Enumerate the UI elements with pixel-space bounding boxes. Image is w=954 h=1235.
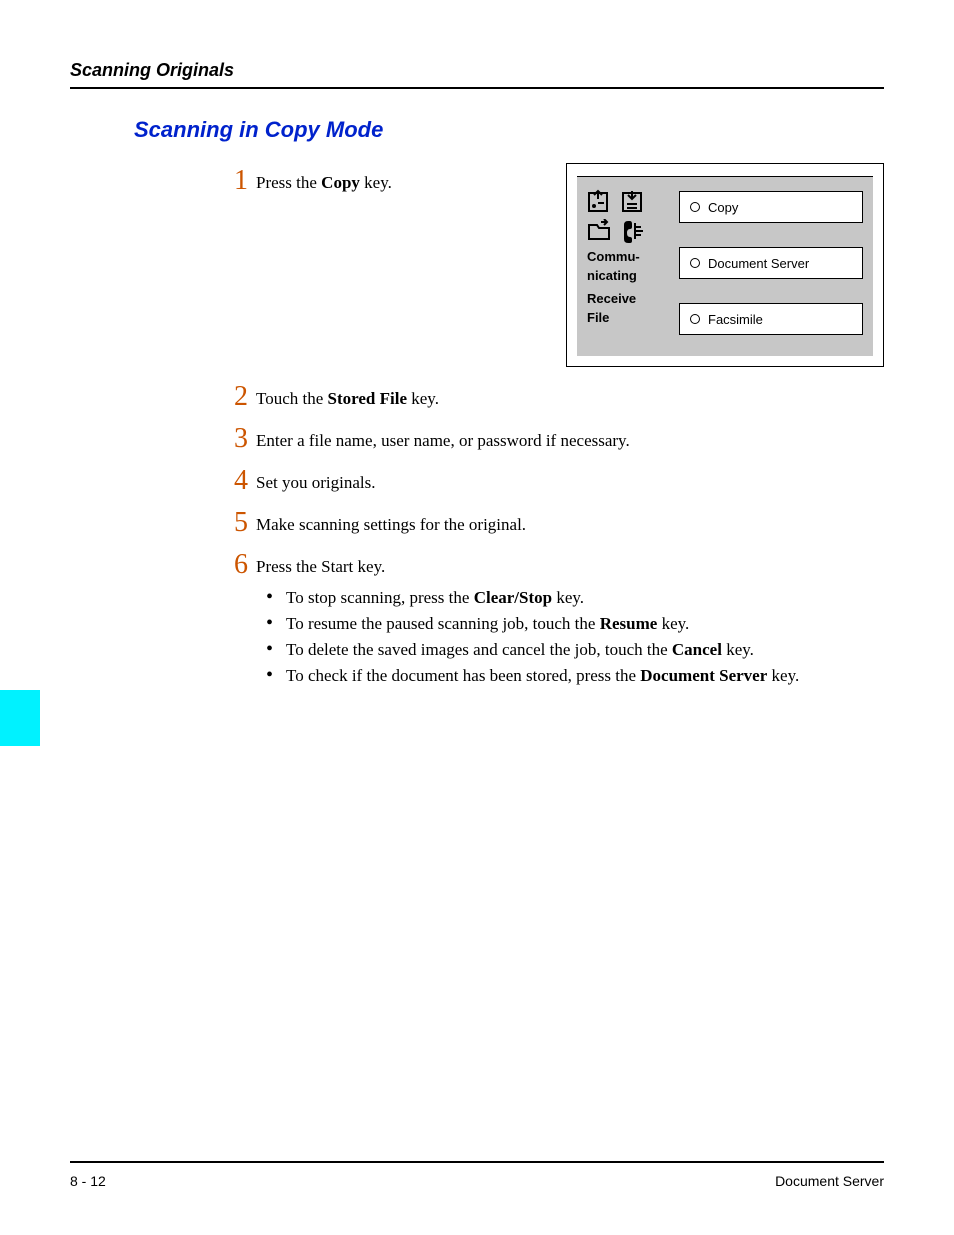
b1-bold: Clear/Stop xyxy=(474,588,552,607)
figure-right-column: Copy Document Server Facsimile xyxy=(679,189,863,342)
b3-post: key. xyxy=(722,640,754,659)
b1-post: key. xyxy=(552,588,584,607)
figure-status-communicating-1: Commu- xyxy=(587,249,665,264)
step-number-1: 1 xyxy=(220,167,248,195)
running-header: Scanning Originals xyxy=(70,60,884,87)
chapter-name: Document Server xyxy=(775,1173,884,1189)
fax-button-label: Facsimile xyxy=(708,312,763,327)
facsimile-mode-button[interactable]: Facsimile xyxy=(679,303,863,335)
figure-status-communicating-2: nicating xyxy=(587,268,665,283)
b2-pre: To resume the paused scanning job, touch… xyxy=(286,614,600,633)
document-server-mode-button[interactable]: Document Server xyxy=(679,247,863,279)
step-text-2: Touch the Stored File key. xyxy=(256,383,884,411)
step-number-4: 4 xyxy=(220,467,248,495)
step1-pre: Press the xyxy=(256,173,321,192)
step2-post: key. xyxy=(407,389,439,408)
step2-bold: Stored File xyxy=(328,389,407,408)
header-rule xyxy=(70,87,884,89)
radio-indicator-icon xyxy=(690,314,700,324)
b1-pre: To stop scanning, press the xyxy=(286,588,474,607)
section-tab-marker xyxy=(0,690,40,746)
step-text-1: Press the Copy key. xyxy=(256,167,566,195)
step1-post: key. xyxy=(360,173,392,192)
bullet-1: To stop scanning, press the Clear/Stop k… xyxy=(266,585,884,611)
step-text-5: Make scanning settings for the original. xyxy=(256,509,884,537)
b3-bold: Cancel xyxy=(672,640,722,659)
b4-bold: Document Server xyxy=(640,666,767,685)
b4-pre: To check if the document has been stored… xyxy=(286,666,640,685)
folder-arrow-icon xyxy=(587,219,613,243)
step-text-3: Enter a file name, user name, or passwor… xyxy=(256,425,884,453)
status-in-icon xyxy=(621,189,647,213)
section-title: Scanning in Copy Mode xyxy=(134,117,884,143)
step-text-4: Set you originals. xyxy=(256,467,884,495)
docserver-button-label: Document Server xyxy=(708,256,809,271)
b2-post: key. xyxy=(657,614,689,633)
figure-icon-row-2 xyxy=(587,219,665,243)
step-number-6: 6 xyxy=(220,551,248,579)
control-panel-figure: Commu- nicating Receive File Copy Docume… xyxy=(566,163,884,367)
page-footer: 8 - 12 Document Server xyxy=(70,1161,884,1189)
figure-status-receive-1: Receive xyxy=(587,291,665,306)
b3-pre: To delete the saved images and cancel th… xyxy=(286,640,672,659)
footer-rule xyxy=(70,1161,884,1163)
status-out-icon xyxy=(587,189,613,213)
step-number-3: 3 xyxy=(220,425,248,453)
copy-button-label: Copy xyxy=(708,200,738,215)
content-area: 1 Press the Copy key. xyxy=(220,167,884,689)
step6-bullet-list: To stop scanning, press the Clear/Stop k… xyxy=(266,585,884,689)
handset-icon xyxy=(621,219,647,243)
step1-bold: Copy xyxy=(321,173,360,192)
copy-mode-button[interactable]: Copy xyxy=(679,191,863,223)
page-number: 8 - 12 xyxy=(70,1173,106,1189)
bullet-4: To check if the document has been stored… xyxy=(266,663,884,689)
figure-status-receive-2: File xyxy=(587,310,665,325)
bullet-2: To resume the paused scanning job, touch… xyxy=(266,611,884,637)
step-text-6: Press the Start key. xyxy=(256,551,884,579)
figure-icon-row-1 xyxy=(587,189,665,213)
b2-bold: Resume xyxy=(600,614,658,633)
b4-post: key. xyxy=(767,666,799,685)
figure-left-column: Commu- nicating Receive File xyxy=(587,189,665,342)
radio-indicator-icon xyxy=(690,258,700,268)
step-number-5: 5 xyxy=(220,509,248,537)
step-number-2: 2 xyxy=(220,383,248,411)
figure-inner: Commu- nicating Receive File Copy Docume… xyxy=(577,176,873,356)
radio-indicator-icon xyxy=(690,202,700,212)
bullet-3: To delete the saved images and cancel th… xyxy=(266,637,884,663)
step2-pre: Touch the xyxy=(256,389,328,408)
